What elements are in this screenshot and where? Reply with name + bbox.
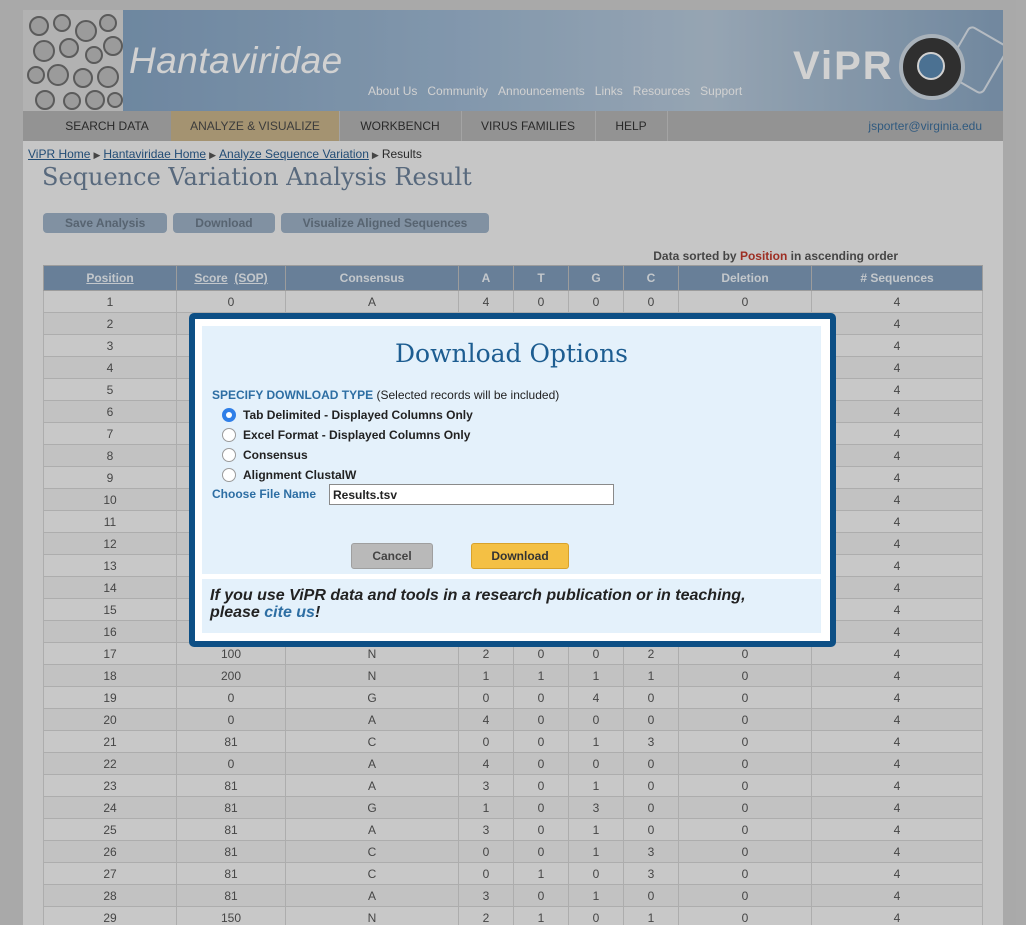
cite-us-link[interactable]: cite us — [264, 604, 315, 621]
radio-tab-delimited[interactable] — [222, 408, 236, 422]
radio-consensus[interactable] — [222, 448, 236, 462]
option-label: Tab Delimited - Displayed Columns Only — [243, 408, 473, 422]
option-alignment-clustalw[interactable]: Alignment ClustalW — [222, 468, 356, 482]
download-options-dialog: Download Options SPECIFY DOWNLOAD TYPE (… — [189, 313, 836, 647]
confirm-download-button[interactable]: Download — [471, 543, 569, 569]
cancel-button[interactable]: Cancel — [351, 543, 433, 569]
file-name-label: Choose File Name — [212, 487, 317, 501]
dialog-content: Download Options SPECIFY DOWNLOAD TYPE (… — [195, 319, 830, 641]
dialog-body: Download Options SPECIFY DOWNLOAD TYPE (… — [202, 326, 821, 574]
option-label: Alignment ClustalW — [243, 468, 357, 482]
radio-alignment-clustalw[interactable] — [222, 468, 236, 482]
citation-suffix: ! — [314, 604, 321, 621]
download-type-label: SPECIFY DOWNLOAD TYPE — [212, 388, 374, 402]
citation-text: If you use ViPR data and tools in a rese… — [210, 587, 746, 621]
option-excel-format[interactable]: Excel Format - Displayed Columns Only — [222, 428, 470, 442]
option-consensus[interactable]: Consensus — [222, 448, 308, 462]
download-type-heading: SPECIFY DOWNLOAD TYPE (Selected records … — [212, 388, 559, 402]
citation-line: If you use ViPR data and tools in a rese… — [210, 587, 746, 604]
option-tab-delimited[interactable]: Tab Delimited - Displayed Columns Only — [222, 408, 473, 422]
citation-notice: If you use ViPR data and tools in a rese… — [202, 579, 821, 633]
option-label: Excel Format - Displayed Columns Only — [243, 428, 471, 442]
dialog-title: Download Options — [394, 339, 629, 368]
option-label: Consensus — [243, 448, 308, 462]
file-name-input[interactable] — [329, 484, 614, 505]
citation-prefix: please — [210, 604, 260, 621]
download-type-note: (Selected records will be included) — [376, 388, 560, 402]
radio-excel-format[interactable] — [222, 428, 236, 442]
